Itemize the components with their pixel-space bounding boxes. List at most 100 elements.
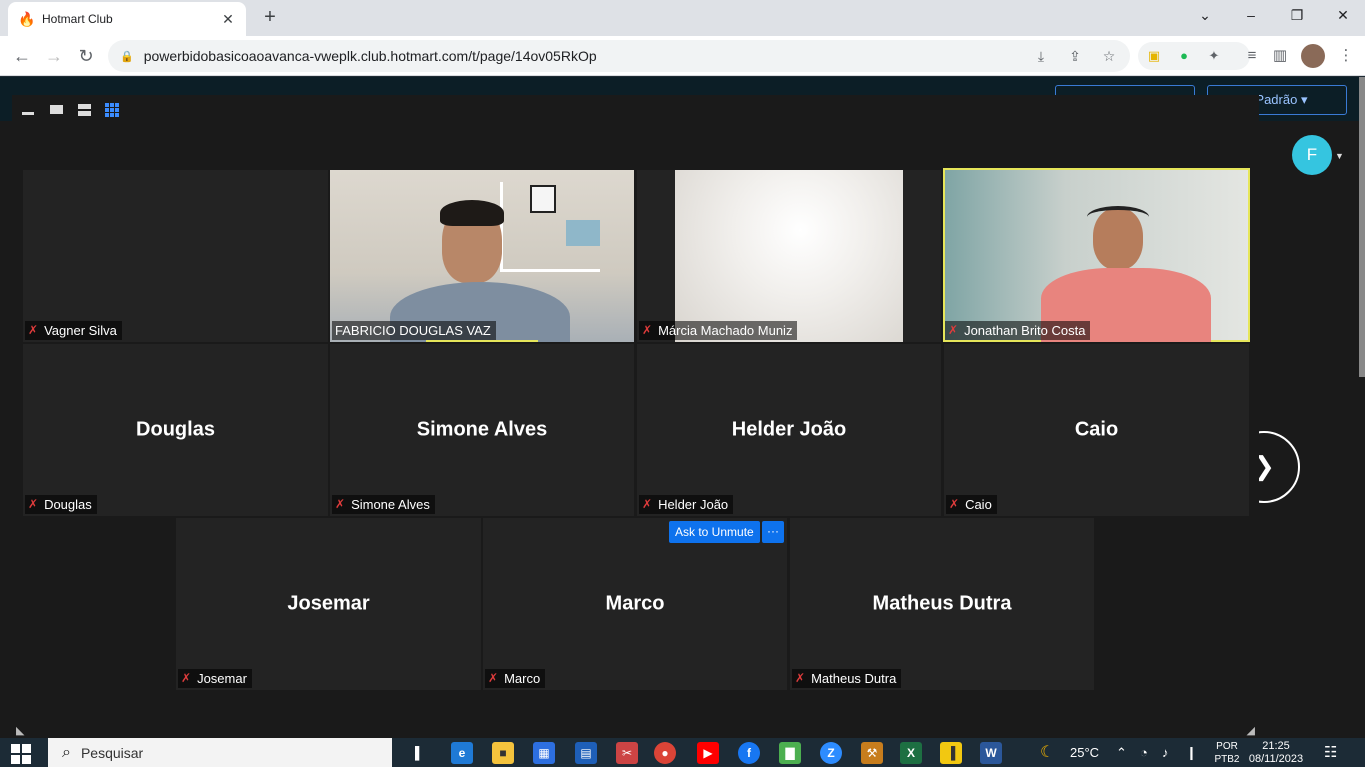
input-language[interactable]: POR PTB2 xyxy=(1212,738,1242,766)
participant-tile[interactable]: Douglas ✗ Douglas xyxy=(23,344,328,516)
facebook-icon[interactable]: f xyxy=(738,742,760,764)
participant-tile[interactable]: Caio ✗ Caio xyxy=(944,344,1249,516)
excel-icon[interactable]: X xyxy=(900,742,922,764)
participant-name: Josemar xyxy=(197,671,247,686)
participant-tile[interactable]: Josemar ✗ Josemar xyxy=(176,518,481,690)
extension-chat-icon[interactable]: ● xyxy=(1174,46,1194,66)
tab-search-chevron-icon[interactable]: ⌄ xyxy=(1182,4,1228,28)
forward-arrow-icon[interactable]: → xyxy=(42,44,66,68)
frame-graphic xyxy=(530,185,556,213)
muted-mic-icon: ✗ xyxy=(795,671,806,685)
zoom-icon[interactable]: Z xyxy=(820,742,842,764)
participant-video-tile-active-speaker[interactable]: ✗ Jonathan Brito Costa xyxy=(943,168,1250,342)
search-placeholder: Pesquisar xyxy=(80,744,144,761)
browser-toolbar: ← → ↻ 🔒 powerbidobasicoaoavanca-vweplk.c… xyxy=(0,36,1365,76)
muted-mic-icon: ✗ xyxy=(181,671,192,685)
participant-tile[interactable]: ✗ Vagner Silva xyxy=(23,170,328,342)
address-bar[interactable]: 🔒 powerbidobasicoaoavanca-vweplk.club.ho… xyxy=(108,40,1130,72)
muted-mic-icon: ✗ xyxy=(28,323,39,337)
resize-handle-right-icon[interactable]: ◢ xyxy=(1247,724,1255,737)
browser-tab[interactable]: 🔥 Hotmart Club ✕ xyxy=(8,2,246,36)
participant-tile[interactable]: Simone Alves ✗ Simone Alves xyxy=(330,344,634,516)
youtube-icon[interactable]: ▶ xyxy=(697,742,719,764)
muted-mic-icon: ✗ xyxy=(642,323,653,337)
chart-app-icon[interactable]: ▇ xyxy=(779,742,801,764)
participant-tile[interactable]: Matheus Dutra ✗ Matheus Dutra xyxy=(790,518,1094,690)
notifications-icon[interactable]: ☷ xyxy=(1324,738,1337,767)
task-view-icon[interactable]: ▐ xyxy=(404,742,426,764)
browser-tabstrip: 🔥 Hotmart Club ✕ + ⌄ – ❐ ✕ xyxy=(0,0,1365,36)
close-tab-icon[interactable]: ✕ xyxy=(220,11,236,28)
participant-name: Caio xyxy=(965,497,992,512)
speaker-view-icon[interactable] xyxy=(48,101,66,119)
volume-icon[interactable]: ♪ xyxy=(1162,738,1169,767)
windows-start-icon[interactable] xyxy=(10,742,32,764)
new-tab-button[interactable]: + xyxy=(258,6,282,30)
file-explorer-icon[interactable]: ■ xyxy=(492,742,514,764)
word-icon[interactable]: W xyxy=(980,742,1002,764)
snipping-tool-icon[interactable]: ✂ xyxy=(616,742,638,764)
share-icon[interactable]: ⇪ xyxy=(1066,48,1084,65)
wifi-icon[interactable]: ◔ xyxy=(1140,738,1148,767)
tools-icon[interactable]: ⚒ xyxy=(861,742,883,764)
calendar-icon[interactable]: ▤ xyxy=(575,742,597,764)
participant-name: Jonathan Brito Costa xyxy=(964,323,1086,338)
page-scrollbar[interactable] xyxy=(1359,77,1365,377)
extensions-puzzle-icon[interactable]: ✦ xyxy=(1204,46,1224,66)
gallery-view-icon[interactable] xyxy=(104,101,122,119)
participant-video-tile[interactable]: ✗ Márcia Machado Muniz xyxy=(637,170,941,342)
participant-display-name: Marco xyxy=(605,592,665,615)
view-toolbar xyxy=(20,101,122,121)
microphone-icon[interactable]: ❙ xyxy=(1186,738,1197,767)
keyboard-layout: PTB2 xyxy=(1214,754,1240,765)
chrome-menu-icon[interactable]: ⋮ xyxy=(1334,44,1358,68)
participant-name: Marco xyxy=(504,671,541,686)
profile-avatar[interactable] xyxy=(1301,44,1325,68)
side-panel-icon[interactable]: ▥ xyxy=(1268,44,1292,68)
edge-icon[interactable]: e xyxy=(451,742,473,764)
strip-view-icon[interactable] xyxy=(76,101,94,119)
weather-moon-icon[interactable]: ☾ xyxy=(1040,738,1054,767)
system-clock[interactable]: 21:25 08/11/2023 xyxy=(1246,738,1306,766)
restore-window-button[interactable]: ❐ xyxy=(1274,4,1320,28)
back-arrow-icon[interactable]: ← xyxy=(10,44,34,68)
participant-name: Vagner Silva xyxy=(44,323,117,338)
participant-display-name: Matheus Dutra xyxy=(872,592,1012,615)
resize-handle-left-icon[interactable]: ◣ xyxy=(16,724,24,737)
participant-tile[interactable]: Marco ✗ Marco xyxy=(483,518,787,690)
tray-chevron-icon[interactable]: ⌃ xyxy=(1116,738,1127,767)
taskbar-search[interactable]: ⌕ Pesquisar xyxy=(48,738,392,767)
power-bi-icon[interactable]: ▐ xyxy=(940,742,962,764)
user-avatar[interactable]: F xyxy=(1292,135,1332,175)
language-code: POR xyxy=(1216,741,1238,752)
minimize-view-icon[interactable] xyxy=(20,101,38,119)
participant-video-tile[interactable]: FABRICIO DOUGLAS VAZ xyxy=(330,170,634,342)
store-icon[interactable]: ▦ xyxy=(533,742,555,764)
lock-icon[interactable]: 🔒 xyxy=(120,50,134,63)
install-app-icon[interactable]: ⤓ xyxy=(1032,48,1050,65)
ask-to-unmute-button[interactable]: Ask to Unmute xyxy=(669,521,760,543)
media-queue-icon[interactable]: ≡ xyxy=(1240,44,1264,68)
close-window-button[interactable]: ✕ xyxy=(1320,4,1365,28)
participant-name-label: FABRICIO DOUGLAS VAZ xyxy=(332,321,496,340)
chrome-icon[interactable]: ● xyxy=(654,742,676,764)
participant-display-name: Josemar xyxy=(287,592,370,615)
temperature[interactable]: 25°C xyxy=(1070,738,1099,767)
meeting-gallery: ✗ Vagner Silva FABRICIO DOUGLAS VAZ ✗ Márc… xyxy=(12,95,1259,739)
muted-mic-icon: ✗ xyxy=(28,497,39,511)
participant-name: FABRICIO DOUGLAS VAZ xyxy=(335,323,491,338)
participant-tile[interactable]: Helder João ✗ Helder João xyxy=(637,344,941,516)
participant-name-label: ✗ Douglas xyxy=(25,495,97,514)
muted-mic-icon: ✗ xyxy=(488,671,499,685)
user-menu-caret-icon[interactable]: ▼ xyxy=(1335,151,1344,161)
minimize-window-button[interactable]: – xyxy=(1228,4,1274,28)
participant-name-label: ✗ Jonathan Brito Costa xyxy=(945,321,1091,340)
audio-level-bar xyxy=(426,340,538,342)
reload-icon[interactable]: ↻ xyxy=(74,44,98,68)
bookmark-star-icon[interactable]: ☆ xyxy=(1100,48,1118,65)
extension-yellow-icon[interactable]: ▣ xyxy=(1144,46,1164,66)
search-icon: ⌕ xyxy=(62,743,71,761)
more-options-button[interactable]: ··· xyxy=(762,521,784,543)
url-text[interactable]: powerbidobasicoaoavanca-vweplk.club.hotm… xyxy=(144,48,1016,64)
participant-name-label: ✗ Simone Alves xyxy=(332,495,435,514)
